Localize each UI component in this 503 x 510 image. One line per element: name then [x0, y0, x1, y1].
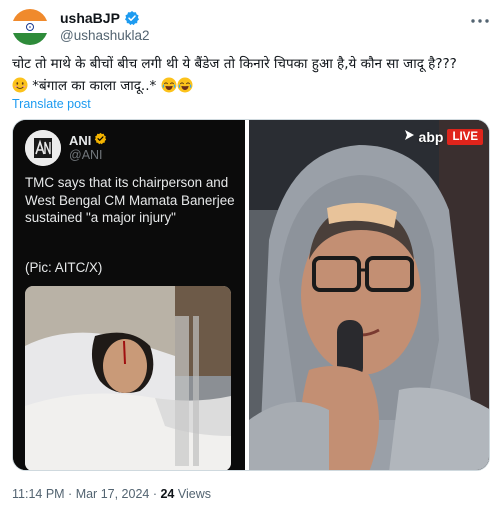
gold-verified-icon [94, 132, 107, 148]
author-handle[interactable]: @ushashukla2 [60, 28, 150, 43]
ani-name: ANI [69, 132, 107, 148]
ani-post-screenshot[interactable]: ANI @ANI TMC says that its chairperson a… [13, 120, 245, 470]
post-date[interactable]: Mar 17, 2024 [76, 487, 150, 501]
more-options-icon[interactable] [470, 11, 490, 31]
tweet-text-line-2: *बंगाल का काला जादू..* [12, 75, 487, 97]
india-flag-avatar[interactable] [12, 9, 48, 45]
live-badge: LIVE [447, 129, 483, 145]
ani-pic-credit: (Pic: AITC/X) [25, 260, 103, 275]
ani-post-text: TMC says that its chairperson and West B… [25, 175, 235, 225]
meta-separator-2: · [149, 487, 161, 501]
views-label: Views [174, 487, 211, 501]
tweet-header: ushaBJP @ushashukla2 [12, 9, 492, 45]
abp-live-photo[interactable]: abp LIVE [249, 120, 489, 470]
tweet-text-line-2-text: *बंगाल का काला जादू..* [28, 78, 161, 94]
joy-emoji [161, 77, 177, 93]
translate-post-link[interactable]: Translate post [12, 97, 91, 111]
joy-emoji [177, 77, 193, 93]
tweet-text-line-1: चोट तो माथे के बीचों बीच लगी थी ये बैंडे… [12, 56, 457, 72]
abp-live-logo: abp LIVE [403, 128, 483, 146]
tweet-text: चोट तो माथे के बीचों बीच लगी थी ये बैंडे… [12, 53, 487, 97]
tweet-meta: 11:14 PM · Mar 17, 2024 · 24 Views [12, 487, 211, 501]
verified-badge-icon [124, 10, 140, 26]
ani-handle: @ANI [69, 148, 103, 162]
meta-separator: · [64, 487, 76, 501]
abp-arrow-icon [403, 128, 415, 146]
media-attachment[interactable]: ANI @ANI TMC says that its chairperson a… [12, 119, 490, 471]
abp-channel-name: abp [418, 129, 444, 145]
ani-logo [25, 130, 61, 166]
hospital-bed-photo [25, 286, 231, 470]
views-count: 24 [160, 487, 175, 501]
ani-name-text: ANI [69, 132, 92, 148]
smiling-face-emoji [12, 77, 28, 93]
display-name[interactable]: ushaBJP [60, 10, 120, 26]
post-time[interactable]: 11:14 PM [12, 487, 65, 501]
